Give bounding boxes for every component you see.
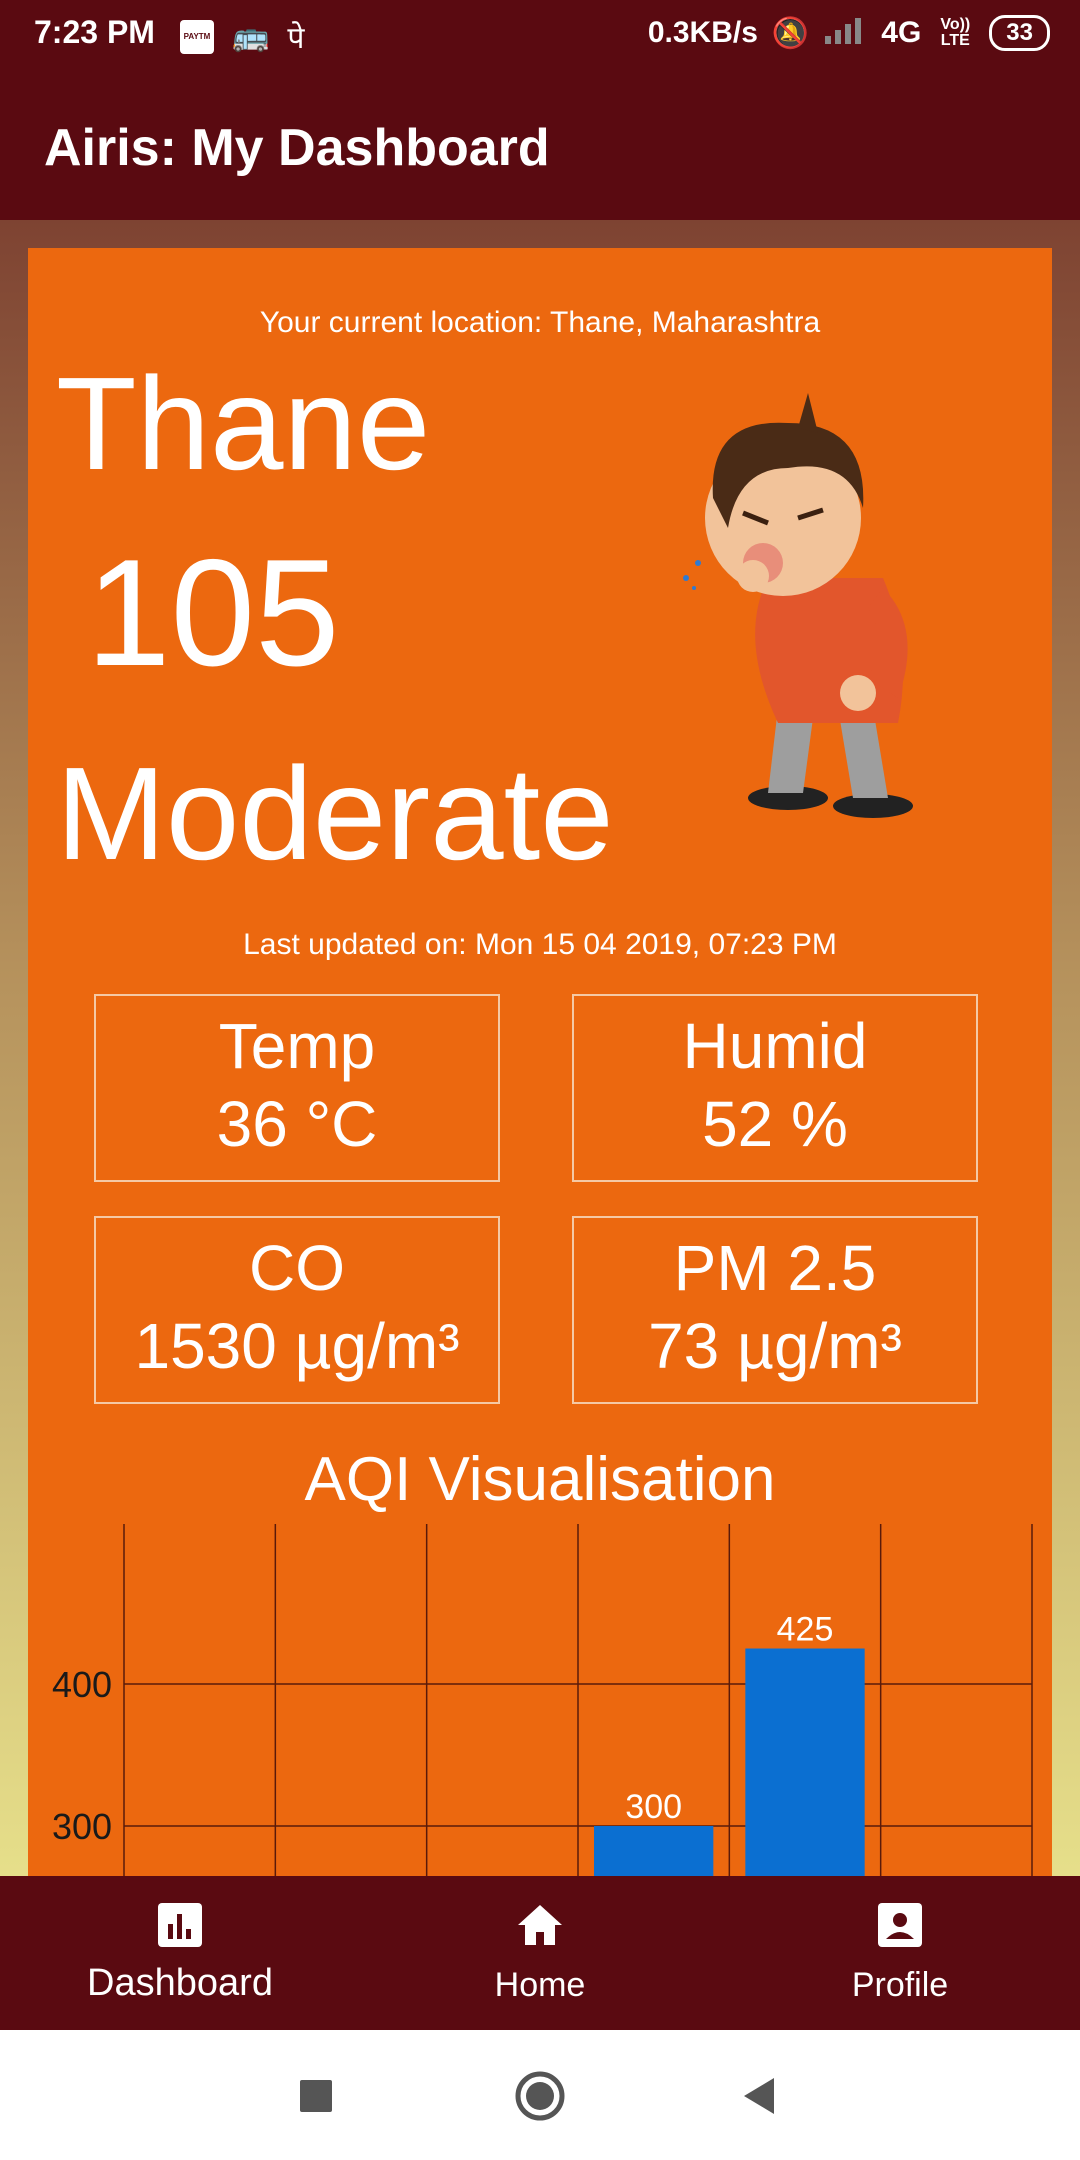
- pm25-value: 73 µg/m³: [648, 1310, 902, 1382]
- humidity-card: Humid 52 %: [572, 994, 978, 1182]
- network-type: 4G: [881, 16, 922, 49]
- nav-profile-label: Profile: [851, 1966, 949, 2004]
- app-bar: Airis: My Dashboard: [0, 68, 1080, 220]
- battery-icon: 33: [989, 15, 1050, 51]
- status-bar: 7:23 PM PAYTM 🚌 पे 0.3KB/s 🔕 4G Vo)) LTE…: [0, 0, 1080, 68]
- aqi-bar: [594, 1826, 714, 1876]
- pm25-label: PM 2.5: [673, 1232, 877, 1304]
- nav-profile[interactable]: Profile: [720, 1876, 1080, 2030]
- signal-icon: [823, 14, 867, 52]
- co-value: 1530 µg/m³: [134, 1310, 460, 1382]
- aqi-bar: [745, 1648, 865, 1876]
- nav-home[interactable]: Home: [360, 1876, 720, 2030]
- profile-icon: [878, 1903, 922, 1947]
- co-card: CO 1530 µg/m³: [94, 1216, 500, 1404]
- current-location: Your current location: Thane, Maharashtr…: [259, 306, 821, 339]
- temperature-card: Temp 36 °C: [94, 994, 500, 1182]
- paytm-icon: PAYTM: [180, 19, 214, 54]
- bottom-navigation: Dashboard Home Profile: [0, 1876, 1080, 2030]
- home-circle-icon[interactable]: [510, 2066, 570, 2126]
- bar-value-label: 300: [625, 1788, 682, 1826]
- chart-title: AQI Visualisation: [304, 1445, 776, 1514]
- y-tick-label: 300: [52, 1806, 112, 1847]
- net-speed: 0.3KB/s: [647, 16, 758, 49]
- status-time: 7:23 PM: [34, 14, 155, 50]
- y-tick-label: 400: [52, 1664, 112, 1705]
- bar-value-label: 425: [777, 1611, 834, 1649]
- pm25-card: PM 2.5 73 µg/m³: [572, 1216, 978, 1404]
- temp-label: Temp: [218, 1010, 376, 1082]
- system-navigation-bar: [0, 2030, 1080, 2160]
- bar-chart-icon: [158, 1903, 202, 1947]
- app-title: Airis: My Dashboard: [44, 119, 550, 177]
- co-label: CO: [249, 1232, 345, 1304]
- aqi-card: Your current location: Thane, Maharashtr…: [28, 248, 1052, 1876]
- phonepe-icon: पे: [287, 22, 305, 55]
- aqi-category: Moderate: [56, 740, 614, 887]
- bus-icon: 🚌: [232, 20, 270, 53]
- recents-icon[interactable]: [286, 2066, 346, 2126]
- mute-icon: 🔕: [771, 16, 810, 50]
- nav-dashboard[interactable]: Dashboard: [0, 1876, 360, 2030]
- aqi-bar-chart: 300400300425225: [52, 1524, 1033, 1876]
- humid-label: Humid: [682, 1010, 868, 1082]
- aqi-value: 105: [86, 528, 340, 698]
- temp-value: 36 °C: [216, 1088, 378, 1160]
- city-name: Thane: [56, 350, 431, 497]
- dashboard-scroll[interactable]: Your current location: Thane, Maharashtr…: [0, 220, 1080, 1876]
- status-right: 0.3KB/s 🔕 4G Vo)) LTE 33: [648, 14, 1050, 52]
- home-icon: [518, 1905, 562, 1945]
- humid-value: 52 %: [702, 1088, 848, 1160]
- back-icon[interactable]: [730, 2066, 790, 2126]
- last-updated: Last updated on: Mon 15 04 2019, 07:23 P…: [243, 928, 837, 961]
- nav-home-label: Home: [494, 1966, 586, 2004]
- volte-icon: Vo)) LTE: [940, 16, 971, 49]
- notification-icons: PAYTM 🚌 पे: [180, 16, 304, 57]
- sick-person-illustration: [683, 393, 913, 818]
- nav-dashboard-label: Dashboard: [87, 1962, 273, 2004]
